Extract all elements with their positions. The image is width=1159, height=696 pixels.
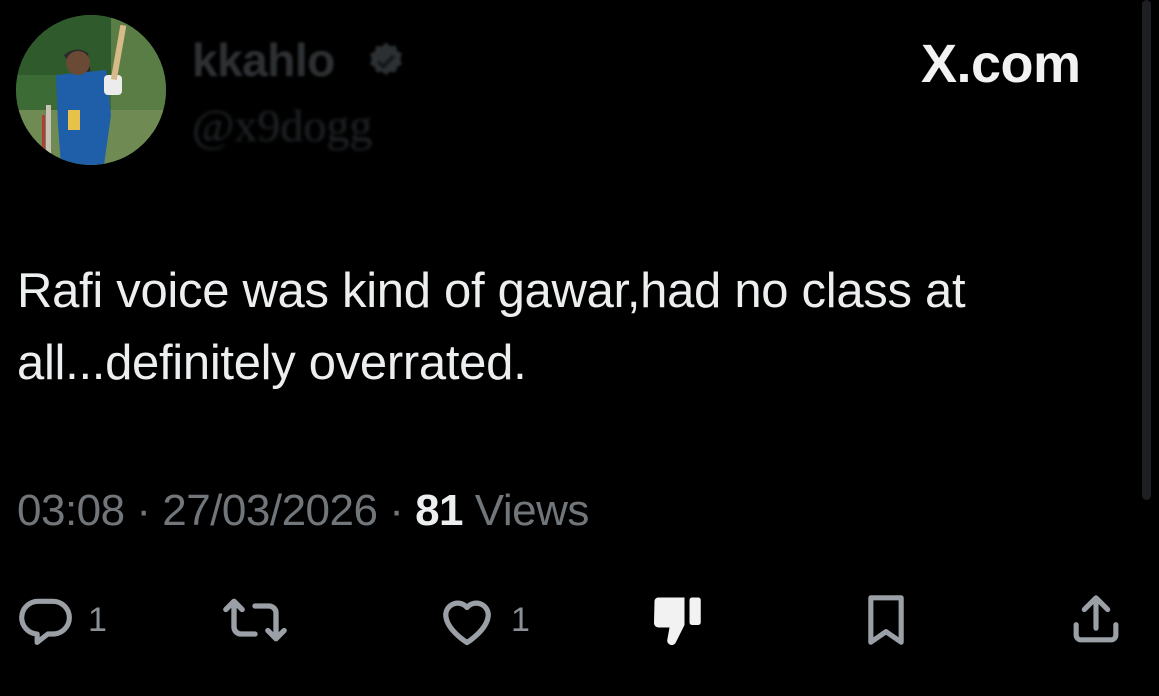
- avatar[interactable]: [16, 15, 166, 165]
- scrollbar[interactable]: [1142, 0, 1151, 500]
- share-button[interactable]: [1068, 592, 1124, 648]
- tweet-time[interactable]: 03:08: [17, 486, 125, 535]
- dislike-button[interactable]: [646, 592, 708, 648]
- bookmark-button[interactable]: [858, 592, 914, 648]
- heart-icon: [443, 600, 491, 646]
- like-count: 1: [511, 601, 530, 639]
- meta-separator: ·: [136, 486, 151, 535]
- reply-icon: [19, 598, 72, 645]
- tweet-meta: 03:08 · 27/03/2026 · 81 Views: [17, 485, 589, 537]
- thumbs-down-icon: [653, 597, 701, 646]
- brand-watermark: X.com: [921, 34, 1081, 94]
- reply-count: 1: [88, 601, 107, 639]
- tweet-date[interactable]: 27/03/2026: [162, 486, 378, 535]
- views-count[interactable]: 81: [415, 486, 463, 535]
- retweet-button[interactable]: [221, 592, 289, 648]
- share-icon: [1073, 595, 1119, 643]
- reply-button[interactable]: 1: [18, 592, 107, 648]
- display-name[interactable]: kkahlo: [192, 34, 335, 86]
- verified-badge-icon: [370, 42, 402, 76]
- like-button[interactable]: 1: [437, 592, 530, 648]
- meta-separator: ·: [389, 486, 404, 535]
- views-label[interactable]: Views: [475, 486, 590, 535]
- tweet-text: Rafi voice was kind of gawar,had no clas…: [17, 264, 966, 390]
- user-handle[interactable]: @x9dogg: [192, 100, 372, 152]
- bookmark-icon: [868, 595, 904, 645]
- retweet-icon: [223, 598, 287, 642]
